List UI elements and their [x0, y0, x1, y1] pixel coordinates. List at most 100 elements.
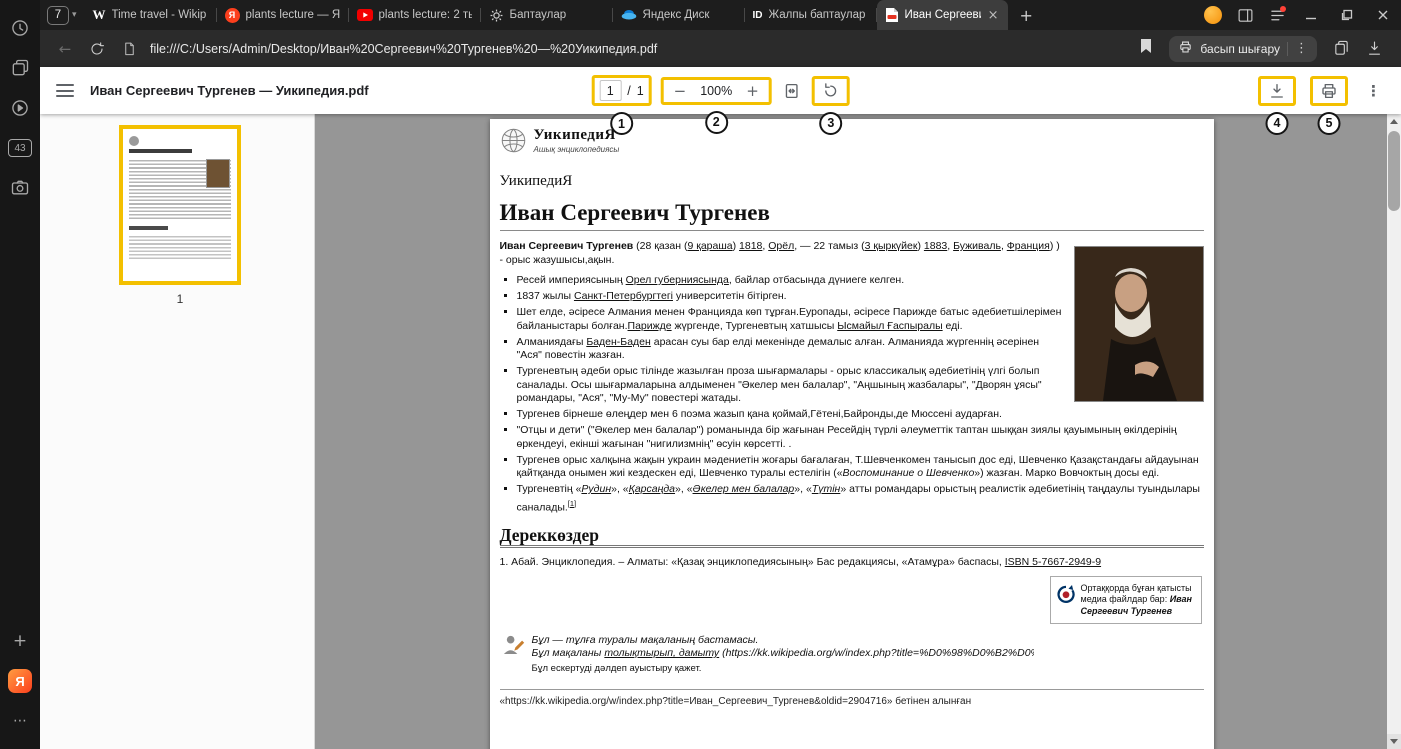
doc-text: (28 қазан ( — [633, 240, 687, 252]
doc-link[interactable]: Әкелер мен балалар — [693, 483, 795, 495]
window-close-button[interactable] — [1365, 0, 1401, 30]
yandex-browser-logo-icon[interactable]: Я — [7, 668, 33, 694]
doc-link[interactable]: 9 қараша — [687, 240, 732, 252]
tab-label: Time travel - Wikip — [112, 9, 208, 21]
article-body: Иван Сергеевич Тургенев (28 қазан (9 қар… — [500, 240, 1204, 709]
tabs-panel-icon[interactable] — [7, 55, 33, 81]
tab-plants-lecture-yandex[interactable]: Я plants lecture — Я — [217, 0, 348, 30]
doc-text: Бұл мақаланы — [532, 647, 605, 659]
rail-more-icon[interactable]: ⋯ — [7, 708, 33, 734]
collections-icon[interactable] — [1333, 40, 1350, 57]
rail-add-icon[interactable]: + — [7, 628, 33, 654]
tab-bar: 7 ▾ W Time travel - Wikip Я plants lectu… — [40, 0, 1401, 30]
commons-logo-icon — [1057, 583, 1075, 618]
new-tab-button[interactable]: + — [1016, 6, 1037, 25]
doc-link[interactable]: Ысмайыл Ғаспыралы — [837, 320, 942, 332]
rotate-button[interactable] — [820, 81, 842, 101]
doc-link[interactable]: Орел губерниясында — [626, 274, 729, 286]
tab-label: Яндекс Диск — [643, 9, 736, 21]
refresh-icon[interactable] — [84, 36, 110, 62]
doc-link[interactable]: Буживаль — [953, 240, 1001, 252]
scrollbar-thumb[interactable] — [1388, 131, 1400, 211]
doc-link[interactable]: ISBN 5-7667-2949-9 — [1005, 556, 1101, 568]
printer-icon — [1178, 40, 1193, 57]
tab-plants-lecture-youtube[interactable]: plants lecture: 2 ть — [349, 0, 480, 30]
doc-link[interactable]: Орёл — [768, 240, 794, 252]
doc-text: ») жазған. Марко Вовчоктың досы еді. — [974, 467, 1159, 479]
doc-link[interactable]: толықтырып, дамыту — [604, 647, 719, 659]
back-icon[interactable]: ← — [52, 36, 78, 62]
doc-link[interactable]: Санкт-Петербургтегі — [574, 290, 673, 302]
pdf-page-area[interactable]: УикипедиЯ Ашық энциклопедиясы УикипедиЯ … — [316, 114, 1387, 749]
doc-link[interactable]: Түтін — [812, 483, 841, 495]
panels-icon[interactable] — [1229, 0, 1261, 30]
pdf-toolbar-center: 1 / 1 1 − 100% + 2 3 — [591, 75, 850, 106]
stub-text: Бұл — тұлға туралы мақаланың бастамасы. … — [532, 634, 1034, 676]
window-minimize-button[interactable] — [1293, 0, 1329, 30]
screenshot-icon[interactable] — [7, 175, 33, 201]
pdf-more-options-kebab-icon[interactable]: ⋮ — [1362, 82, 1385, 100]
doc-link[interactable]: Парижде — [628, 320, 672, 332]
doc-link[interactable]: Франция — [1007, 240, 1050, 252]
tab-settings[interactable]: Баптаулар — [481, 0, 612, 30]
stub-person-icon — [502, 634, 525, 676]
vertical-scrollbar[interactable] — [1387, 114, 1401, 749]
zoom-level[interactable]: 100% — [697, 84, 735, 98]
profile-avatar[interactable] — [1197, 0, 1229, 30]
reference-item: 1. Абай. Энциклопедия. – Алматы: «Қазақ … — [500, 556, 1204, 570]
notification-dot — [1280, 6, 1286, 12]
doc-text: », « — [611, 483, 629, 495]
file-page-icon — [116, 36, 142, 62]
thumbnail-page-number: 1 — [119, 292, 241, 306]
thumb-title-line — [129, 149, 192, 153]
doc-text: Тургенев бірнеше өлеңдер мен 6 поэма жаз… — [517, 408, 1002, 420]
page-number-input[interactable]: 1 — [599, 80, 621, 101]
menu-icon[interactable] — [56, 81, 74, 101]
doc-text: », « — [675, 483, 693, 495]
doc-link[interactable]: 1818 — [739, 240, 762, 252]
retrieved-from-line: «https://kk.wikipedia.org/w/index.php?ti… — [500, 695, 1204, 709]
video-play-icon[interactable] — [7, 95, 33, 121]
history-icon[interactable] — [7, 15, 33, 41]
doc-link[interactable]: Рудин — [581, 483, 611, 495]
wikipedia-icon: W — [93, 7, 106, 23]
doc-link[interactable]: Баден-Баден — [586, 336, 651, 348]
print-options-kebab-icon[interactable]: ⋮ — [1295, 41, 1308, 56]
pdf-download-button[interactable] — [1266, 81, 1288, 101]
zoom-control-highlight: − 100% + 2 — [661, 77, 772, 105]
pdf-print-button[interactable] — [1318, 81, 1340, 101]
tab-general-settings[interactable]: ID Жалпы баптаулар — [745, 0, 876, 30]
doc-text: Ресей империясының — [517, 274, 626, 286]
scroll-up-button[interactable] — [1387, 114, 1401, 129]
annotation-circle-2: 2 — [705, 111, 728, 134]
tab-yandex-disk[interactable]: Яндекс Диск — [613, 0, 744, 30]
doc-link[interactable]: [1] — [568, 499, 576, 508]
url-field[interactable]: file:///C:/Users/Admin/Desktop/Иван%20Се… — [150, 42, 1127, 56]
scroll-down-button[interactable] — [1387, 734, 1401, 749]
tab-turgenev-pdf-active[interactable]: Иван Сергееви × — [877, 0, 1008, 30]
extension-badge-43[interactable]: 43 — [7, 135, 33, 161]
page-thumbnail[interactable] — [119, 125, 241, 285]
thumb-text-lines — [129, 158, 231, 220]
notifications-icon[interactable] — [1261, 0, 1293, 30]
arrow-up-icon — [1390, 119, 1398, 124]
window-maximize-button[interactable] — [1329, 0, 1365, 30]
zoom-in-button[interactable]: + — [741, 82, 764, 100]
downloads-icon[interactable] — [1366, 40, 1383, 57]
doc-text: Иван Сергеевич Тургенев — [500, 240, 634, 252]
tab-close-icon[interactable]: × — [987, 9, 1000, 22]
bookmark-icon[interactable] — [1139, 38, 1153, 59]
print-button[interactable]: басып шығару ⋮ — [1169, 36, 1317, 62]
fit-to-page-button[interactable] — [781, 81, 803, 101]
doc-link[interactable]: Қарсаңда — [629, 483, 675, 495]
turgenev-portrait-image — [1074, 246, 1204, 402]
annotation-circle-4: 4 — [1266, 112, 1289, 135]
doc-link[interactable]: 3 қыркүйек — [865, 240, 918, 252]
gear-icon — [489, 8, 504, 23]
tab-count: 7 — [47, 6, 69, 25]
doc-link[interactable]: 1883 — [924, 240, 947, 252]
tab-counter-button[interactable]: 7 ▾ — [47, 6, 77, 25]
wikipedia-wordmark: УикипедиЯ — [534, 127, 620, 144]
tab-time-travel-wikipedia[interactable]: W Time travel - Wikip — [85, 0, 216, 30]
zoom-out-button[interactable]: − — [669, 82, 692, 100]
